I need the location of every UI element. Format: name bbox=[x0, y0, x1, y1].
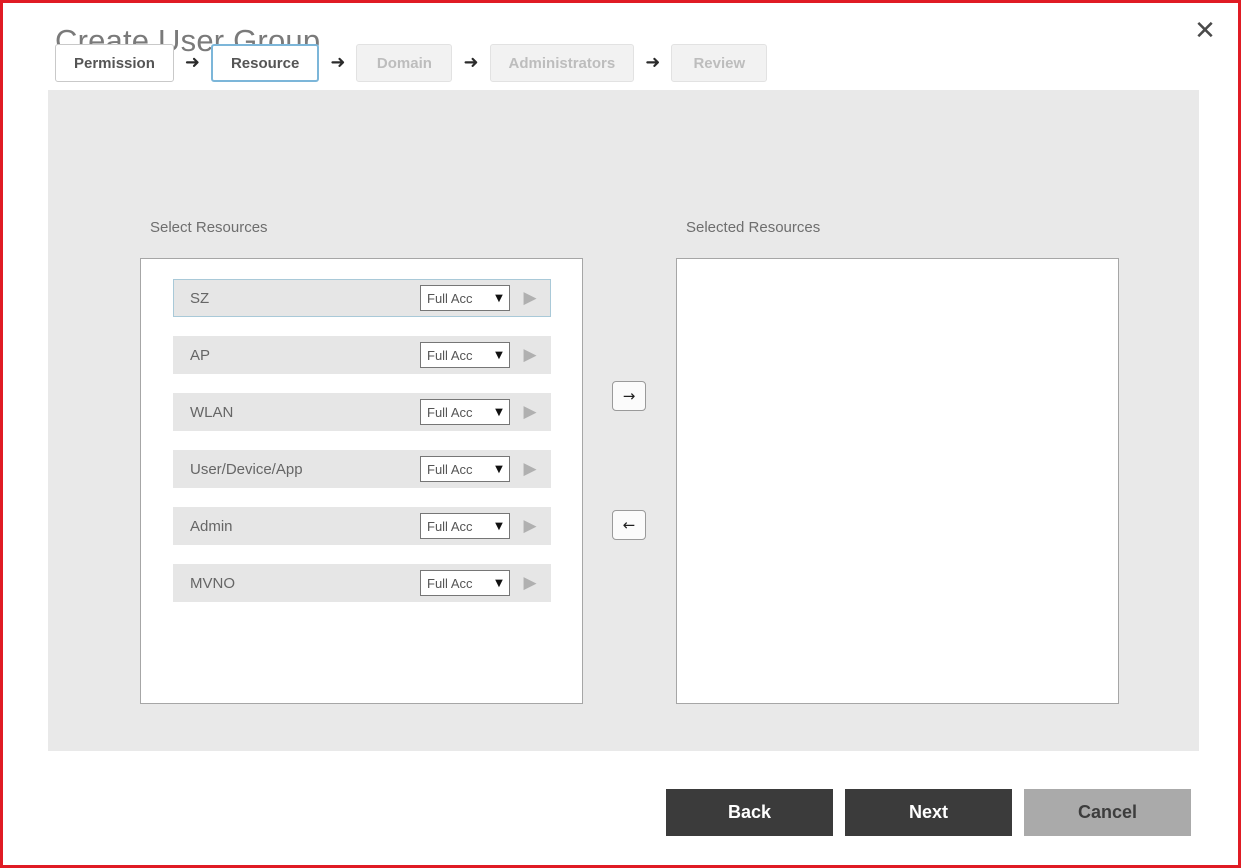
move-right-button[interactable]: → bbox=[612, 381, 646, 411]
wizard-steps: Permission ➜ Resource ➜ Domain ➜ Adminis… bbox=[55, 44, 768, 82]
available-resources-list[interactable]: SZ Full Acc ▼ ▶ AP Full Acc ▼ ▶ WLAN Full Acc ▼ ▶ Us… bbox=[140, 258, 583, 704]
resource-row[interactable]: User/Device/App Full Acc ▼ ▶ bbox=[173, 450, 551, 488]
step-arrow-icon: ➜ bbox=[330, 52, 346, 73]
access-level-select[interactable]: Full Acc ▼ bbox=[420, 570, 510, 596]
chevron-down-icon: ▼ bbox=[495, 520, 503, 532]
move-left-button[interactable]: ← bbox=[612, 510, 646, 540]
resource-name: AP bbox=[190, 346, 211, 364]
access-level-value: Full Acc bbox=[427, 290, 473, 306]
close-icon[interactable]: ✕ bbox=[1188, 14, 1222, 48]
back-button[interactable]: Back bbox=[666, 789, 833, 836]
resource-row[interactable]: Admin Full Acc ▼ ▶ bbox=[173, 507, 551, 545]
step-arrow-icon: ➜ bbox=[645, 52, 661, 73]
create-user-group-dialog: Create User Group ✕ Permission ➜ Resourc… bbox=[0, 0, 1241, 868]
wizard-step-administrators: Administrators bbox=[489, 44, 635, 82]
resource-row[interactable]: MVNO Full Acc ▼ ▶ bbox=[173, 564, 551, 602]
access-level-value: Full Acc bbox=[427, 518, 473, 534]
resource-name: WLAN bbox=[190, 403, 234, 421]
wizard-step-resource[interactable]: Resource bbox=[210, 44, 320, 82]
chevron-down-icon: ▼ bbox=[495, 577, 503, 589]
access-level-value: Full Acc bbox=[427, 575, 473, 591]
chevron-down-icon: ▼ bbox=[495, 463, 503, 475]
resource-row[interactable]: WLAN Full Acc ▼ ▶ bbox=[173, 393, 551, 431]
chevron-down-icon: ▼ bbox=[495, 292, 503, 304]
resource-name: User/Device/App bbox=[190, 460, 303, 478]
resource-row[interactable]: AP Full Acc ▼ ▶ bbox=[173, 336, 551, 374]
next-button[interactable]: Next bbox=[845, 789, 1012, 836]
step-arrow-icon: ➜ bbox=[184, 52, 200, 73]
add-resource-icon[interactable]: ▶ bbox=[510, 459, 550, 479]
selected-resources-label: Selected Resources bbox=[686, 219, 821, 236]
wizard-step-review: Review bbox=[671, 44, 768, 82]
access-level-select[interactable]: Full Acc ▼ bbox=[420, 285, 510, 311]
access-level-select[interactable]: Full Acc ▼ bbox=[420, 456, 510, 482]
wizard-step-permission[interactable]: Permission bbox=[55, 44, 174, 82]
selected-resources-list[interactable] bbox=[676, 258, 1119, 704]
select-resources-label: Select Resources bbox=[150, 219, 268, 236]
resource-name: SZ bbox=[190, 289, 210, 307]
add-resource-icon[interactable]: ▶ bbox=[510, 402, 550, 422]
chevron-down-icon: ▼ bbox=[495, 406, 503, 418]
chevron-down-icon: ▼ bbox=[495, 349, 503, 361]
access-level-value: Full Acc bbox=[427, 461, 473, 477]
access-level-select[interactable]: Full Acc ▼ bbox=[420, 399, 510, 425]
wizard-step-domain: Domain bbox=[356, 44, 453, 82]
add-resource-icon[interactable]: ▶ bbox=[510, 516, 550, 536]
step-arrow-icon: ➜ bbox=[463, 52, 479, 73]
access-level-value: Full Acc bbox=[427, 404, 473, 420]
access-level-select[interactable]: Full Acc ▼ bbox=[420, 342, 510, 368]
resource-name: Admin bbox=[190, 517, 233, 535]
access-level-value: Full Acc bbox=[427, 347, 473, 363]
access-level-select[interactable]: Full Acc ▼ bbox=[420, 513, 510, 539]
add-resource-icon[interactable]: ▶ bbox=[510, 345, 550, 365]
cancel-button[interactable]: Cancel bbox=[1024, 789, 1191, 836]
resource-name: MVNO bbox=[190, 574, 235, 592]
resource-row[interactable]: SZ Full Acc ▼ ▶ bbox=[173, 279, 551, 317]
add-resource-icon[interactable]: ▶ bbox=[510, 573, 550, 593]
add-resource-icon[interactable]: ▶ bbox=[510, 288, 550, 308]
